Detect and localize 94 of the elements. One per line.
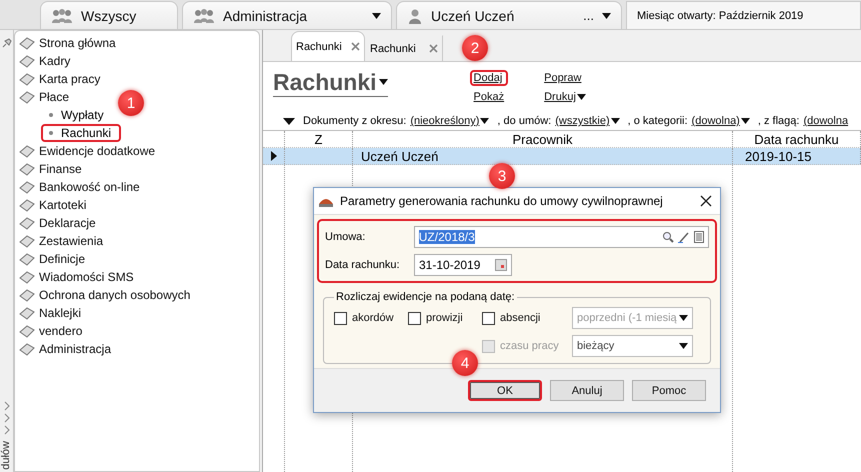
people-icon <box>193 8 215 24</box>
filter-label: , do umów: <box>497 115 552 127</box>
dialog-button[interactable]: OK <box>468 380 542 402</box>
module-icon <box>19 162 35 176</box>
table-cell: 2019-10-15 <box>733 148 861 164</box>
action-link[interactable]: Pokaż <box>470 89 508 105</box>
document-tab[interactable]: Rachunki <box>291 31 365 61</box>
caret-icon <box>378 79 388 85</box>
search-icon[interactable] <box>662 231 674 244</box>
dropdown-caret-icon <box>372 12 381 18</box>
caret-icon <box>480 118 490 124</box>
module-icon <box>19 36 35 50</box>
nav-subitem[interactable]: Rachunki <box>41 124 122 142</box>
filter-link[interactable]: (wszystkie) <box>555 115 620 127</box>
module-icon <box>19 216 35 230</box>
column-header[interactable]: Pracownik <box>353 131 733 147</box>
module-icon <box>19 324 35 338</box>
group-selector[interactable]: Uczeń Uczeń ... <box>396 1 622 29</box>
calendar-icon[interactable] <box>495 259 507 272</box>
nav-item[interactable]: Kartoteki <box>19 196 86 214</box>
chevron-icon[interactable] <box>2 413 10 424</box>
column-header[interactable]: Z <box>285 131 353 147</box>
caret-icon <box>610 118 620 124</box>
dialog-button[interactable]: Pomoc <box>632 380 706 402</box>
nav-item[interactable]: Definicje <box>19 250 86 268</box>
filter-link[interactable]: (nieokreślony) <box>410 115 490 127</box>
pin-icon[interactable] <box>2 38 12 48</box>
chevron-icon[interactable] <box>2 401 10 412</box>
checkbox[interactable]: absencji <box>482 312 572 325</box>
filter-link[interactable]: (dowolna <box>803 115 848 127</box>
action-link[interactable]: Dodaj <box>470 70 508 86</box>
expand-caret-icon[interactable] <box>283 118 295 124</box>
nav-item[interactable]: Wiadomości SMS <box>19 268 134 286</box>
nav-item[interactable]: Płace <box>19 88 70 106</box>
dropdown[interactable]: bieżący <box>572 335 693 358</box>
list-icon[interactable] <box>694 231 704 244</box>
page-title[interactable]: Rachunki <box>273 68 388 97</box>
field-label: Umowa: <box>325 231 366 244</box>
module-icon <box>19 144 35 158</box>
filter-label: , z flagą: <box>758 115 800 127</box>
person-icon <box>407 8 423 24</box>
module-icon <box>19 252 35 266</box>
nav-item[interactable]: vendero <box>19 322 82 340</box>
table-row[interactable]: Uczeń Uczeń 2019-10-15 <box>263 148 861 165</box>
action-link[interactable]: Popraw <box>540 70 590 86</box>
dropdown-caret-icon <box>679 343 688 350</box>
nav-item[interactable]: Zestawienia <box>19 232 104 250</box>
module-icon <box>19 306 35 320</box>
module-icon <box>19 288 35 302</box>
dialog-button[interactable]: Anuluj <box>550 380 624 402</box>
open-month-label: Miesiąc otwarty: Październik 2019 <box>626 1 861 29</box>
chevron-icon[interactable] <box>2 425 10 436</box>
module-icon <box>19 270 35 284</box>
group-selector[interactable]: Wszyscy <box>40 1 178 29</box>
module-icon <box>19 54 35 68</box>
module-icon <box>19 90 35 104</box>
collapsed-panel-label: dułów <box>0 441 13 470</box>
people-icon <box>51 8 73 24</box>
nav-item[interactable]: Finanse <box>19 160 82 178</box>
caret-icon <box>576 94 586 100</box>
input-field[interactable]: UZ/2018/3 <box>414 226 709 248</box>
checkbox[interactable]: prowizji <box>408 312 482 325</box>
module-icon <box>19 180 35 194</box>
date-field[interactable]: 31-10-2019 <box>414 254 512 276</box>
checkbox[interactable]: akordów <box>334 312 408 325</box>
row-pointer-icon <box>270 151 276 161</box>
field-label: Data rachunku: <box>325 259 401 272</box>
pencil-icon[interactable] <box>678 231 690 244</box>
nav-item[interactable]: Ochrona danych osobowych <box>19 286 190 304</box>
module-icon <box>19 198 35 212</box>
nav-item[interactable]: Naklejki <box>19 304 82 322</box>
dialog-title: Parametry generowania rachunku do umowy cywilnoprawnej <box>340 194 664 208</box>
close-icon[interactable] <box>700 195 712 208</box>
dropdown-caret-icon <box>602 12 611 18</box>
module-icon <box>19 234 35 248</box>
nav-item[interactable]: Kadry <box>19 52 70 70</box>
group-selector[interactable]: Administracja <box>182 1 392 29</box>
column-header[interactable]: Data rachunku <box>733 131 861 147</box>
nav-item[interactable]: Strona główna <box>19 34 116 52</box>
filter-link[interactable]: (dowolna) <box>692 115 750 127</box>
action-link[interactable]: Drukuj <box>540 89 590 105</box>
module-icon <box>19 342 35 356</box>
filter-label: Dokumenty z okresu: <box>303 115 406 127</box>
nav-subitem[interactable]: Wypłaty <box>41 106 114 124</box>
nav-item[interactable]: Administracja <box>19 340 112 358</box>
module-icon <box>19 72 35 86</box>
nav-item[interactable]: Deklaracje <box>19 214 96 232</box>
dropdown-caret-icon <box>679 315 688 322</box>
nav-item[interactable]: Karta pracy <box>19 70 100 88</box>
nav-item[interactable]: Bankowość on-line <box>19 178 140 196</box>
caret-icon <box>740 118 750 124</box>
nav-item[interactable]: Ewidencje dodatkowe <box>19 142 156 160</box>
filter-label: , o kategorii: <box>628 115 688 127</box>
group-title: Rozliczaj ewidencje na podaną datę: <box>335 291 516 304</box>
